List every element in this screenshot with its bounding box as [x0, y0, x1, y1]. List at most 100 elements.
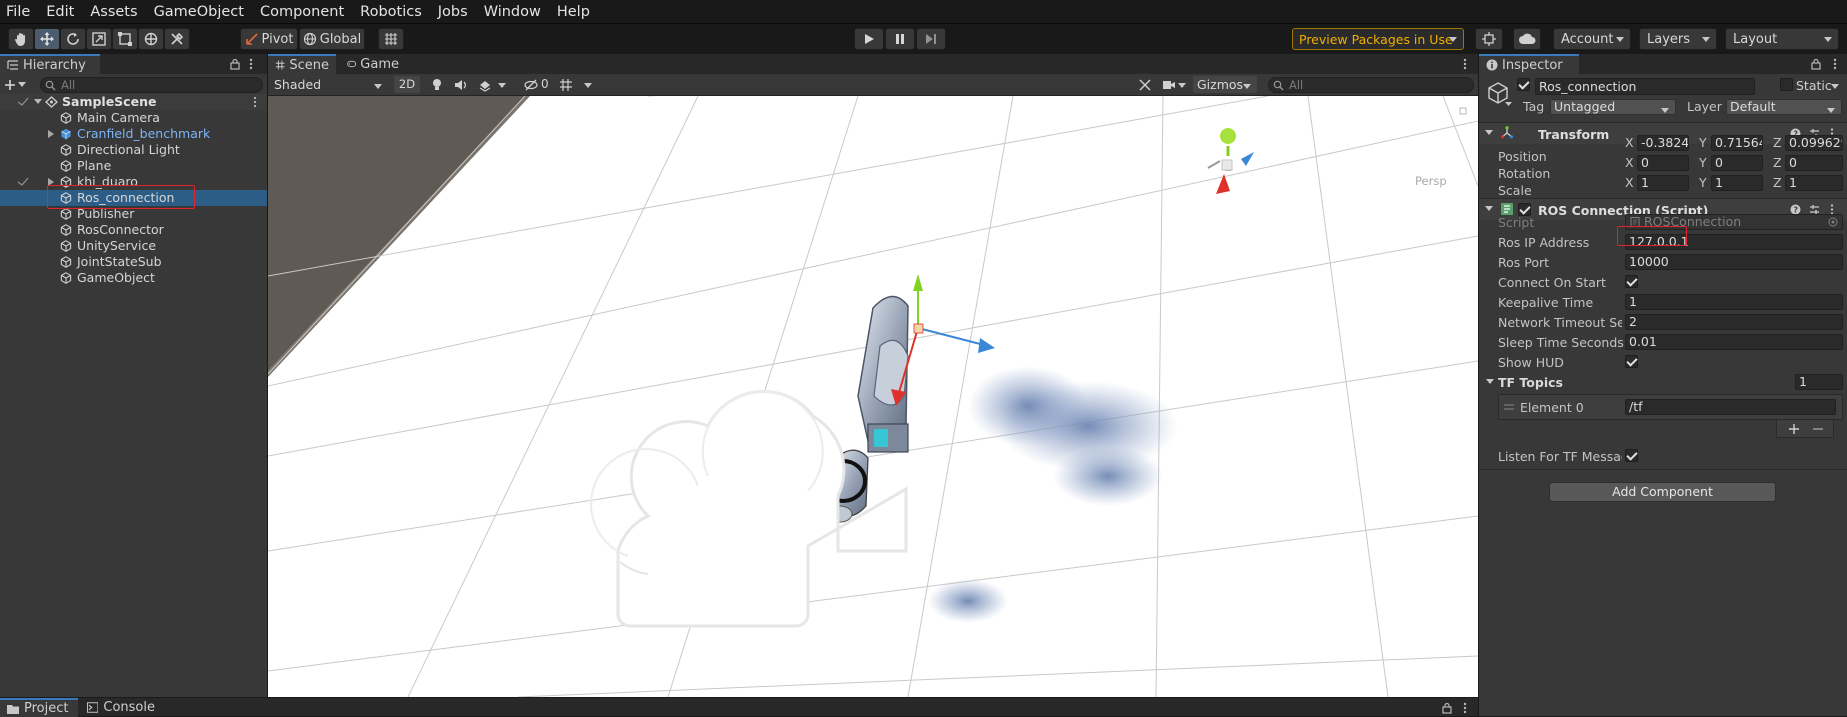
tab-project[interactable]: Project	[0, 698, 78, 717]
grid-snap-button[interactable]	[378, 28, 404, 50]
move-tool-button[interactable]	[34, 28, 60, 50]
gizmos-dropdown[interactable]: Gizmos	[1193, 76, 1257, 93]
tab-scene[interactable]: Scene	[268, 54, 336, 74]
hierarchy-item[interactable]: Cranfield_benchmark	[0, 126, 267, 142]
tab-console[interactable]: Console	[80, 698, 162, 717]
collab-button[interactable]	[1475, 28, 1503, 50]
pause-button[interactable]	[885, 28, 915, 50]
pivot-toggle[interactable]: Pivot	[240, 28, 298, 50]
tab-game[interactable]: Game	[340, 54, 406, 74]
expand-arrow-icon[interactable]	[48, 178, 54, 186]
rotation-y-field[interactable]: 0	[1711, 155, 1763, 171]
icon-picker-arrow-icon[interactable]	[1505, 102, 1512, 107]
lighting-icon[interactable]	[431, 78, 443, 92]
global-toggle[interactable]: Global	[299, 28, 365, 50]
rotate-tool-button[interactable]	[60, 28, 86, 50]
timeout-field[interactable]: 2	[1625, 314, 1843, 330]
keepalive-field[interactable]: 1	[1625, 294, 1843, 310]
scale-z-field[interactable]: 1	[1785, 175, 1843, 191]
scale-x-field[interactable]: 1	[1637, 175, 1689, 191]
inspector-more-icon[interactable]	[1832, 58, 1838, 70]
static-dropdown-icon[interactable]	[1831, 84, 1839, 90]
hierarchy-item[interactable]: Publisher	[0, 206, 267, 222]
position-y-field[interactable]: 0.715644	[1711, 135, 1763, 151]
effects-icon[interactable]	[478, 78, 492, 92]
transform-tool-button[interactable]	[138, 28, 164, 50]
lock-icon[interactable]	[229, 58, 241, 70]
inspector-lock-icon[interactable]	[1810, 58, 1822, 70]
hidden-objects-icon[interactable]	[524, 78, 538, 92]
ros-fold-icon[interactable]	[1485, 206, 1493, 212]
hierarchy-item[interactable]: JointStateSub	[0, 254, 267, 270]
create-button[interactable]	[4, 77, 34, 93]
audio-icon[interactable]	[454, 78, 468, 92]
more-options-icon[interactable]	[248, 58, 254, 70]
tf-topics-size-field[interactable]: 1	[1795, 374, 1843, 390]
layers-dropdown[interactable]: Layers	[1639, 28, 1717, 50]
hierarchy-item[interactable]: Ros_connection	[0, 190, 267, 206]
tag-dropdown[interactable]: Untagged	[1550, 99, 1676, 115]
menu-gameobject[interactable]: GameObject	[146, 4, 252, 20]
grid-dropdown-icon[interactable]	[584, 83, 592, 89]
preview-packages-dropdown[interactable]: Preview Packages in Use	[1292, 28, 1464, 50]
connect-on-start-checkbox[interactable]	[1625, 275, 1638, 288]
camera-icon[interactable]	[1162, 79, 1176, 91]
menu-jobs[interactable]: Jobs	[430, 4, 476, 20]
cloud-button[interactable]	[1513, 28, 1541, 50]
hierarchy-item[interactable]: RosConnector	[0, 222, 267, 238]
layout-dropdown[interactable]: Layout	[1725, 28, 1839, 50]
sleep-time-field[interactable]: 0.01	[1625, 334, 1843, 350]
grid-toggle-icon[interactable]	[559, 78, 573, 92]
scene-search-input[interactable]: All	[1268, 77, 1474, 93]
account-dropdown[interactable]: Account	[1553, 28, 1631, 50]
bottom-lock-icon[interactable]	[1441, 702, 1453, 714]
scene-viewport[interactable]: Persp	[268, 96, 1478, 697]
hierarchy-item[interactable]: Directional Light	[0, 142, 267, 158]
remove-element-icon[interactable]	[1813, 424, 1823, 434]
expand-arrow-icon[interactable]	[48, 130, 54, 138]
position-x-field[interactable]: -0.38241	[1637, 135, 1689, 151]
tf-topics-fold-icon[interactable]	[1486, 379, 1494, 385]
hand-tool-button[interactable]	[8, 28, 34, 50]
hierarchy-item[interactable]: GameObject	[0, 270, 267, 286]
rect-tool-button[interactable]	[112, 28, 138, 50]
scale-tool-button[interactable]	[86, 28, 112, 50]
shading-mode-dropdown[interactable]: Shaded	[270, 76, 388, 93]
custom-tool-button[interactable]	[164, 28, 190, 50]
step-button[interactable]	[916, 28, 946, 50]
rotation-x-field[interactable]: 0	[1637, 155, 1689, 171]
hierarchy-item[interactable]: khi_duaro	[0, 174, 267, 190]
add-element-icon[interactable]	[1789, 424, 1799, 434]
camera-dropdown-icon[interactable]	[1178, 83, 1186, 89]
hierarchy-search-input[interactable]: All	[40, 77, 263, 93]
ros-port-field[interactable]: 10000	[1625, 254, 1843, 270]
scene-tools-icon[interactable]	[1138, 78, 1152, 92]
play-button[interactable]	[854, 28, 884, 50]
drag-handle-icon[interactable]	[1504, 404, 1514, 410]
scene-row[interactable]: SampleScene	[0, 94, 267, 110]
add-component-button[interactable]: Add Component	[1549, 482, 1776, 502]
menu-file[interactable]: File	[0, 4, 38, 20]
bottom-more-icon[interactable]	[1462, 702, 1468, 714]
menu-edit[interactable]: Edit	[38, 4, 82, 20]
listen-tf-checkbox[interactable]	[1625, 449, 1638, 462]
scale-y-field[interactable]: 1	[1711, 175, 1763, 191]
menu-component[interactable]: Component	[252, 4, 352, 20]
rotation-z-field[interactable]: 0	[1785, 155, 1843, 171]
expand-arrow-icon[interactable]	[34, 99, 42, 105]
layer-dropdown[interactable]: Default	[1726, 99, 1842, 115]
visibility-icon[interactable]	[17, 177, 29, 187]
tab-inspector[interactable]: Inspector	[1479, 54, 1579, 74]
menu-help[interactable]: Help	[549, 4, 598, 20]
hierarchy-item[interactable]: UnityService	[0, 238, 267, 254]
menu-assets[interactable]: Assets	[82, 4, 145, 20]
ros-ip-field[interactable]: 127.0.0.1	[1625, 234, 1843, 250]
show-hud-checkbox[interactable]	[1625, 355, 1638, 368]
active-checkbox[interactable]	[1517, 78, 1530, 91]
menu-robotics[interactable]: Robotics	[352, 4, 430, 20]
element0-field[interactable]: /tf	[1625, 399, 1836, 415]
object-name-field[interactable]: Ros_connection	[1535, 78, 1755, 95]
scene-more-icon[interactable]	[1462, 58, 1468, 70]
scene-menu-icon[interactable]	[252, 96, 258, 108]
effects-dropdown-icon[interactable]	[498, 83, 506, 89]
